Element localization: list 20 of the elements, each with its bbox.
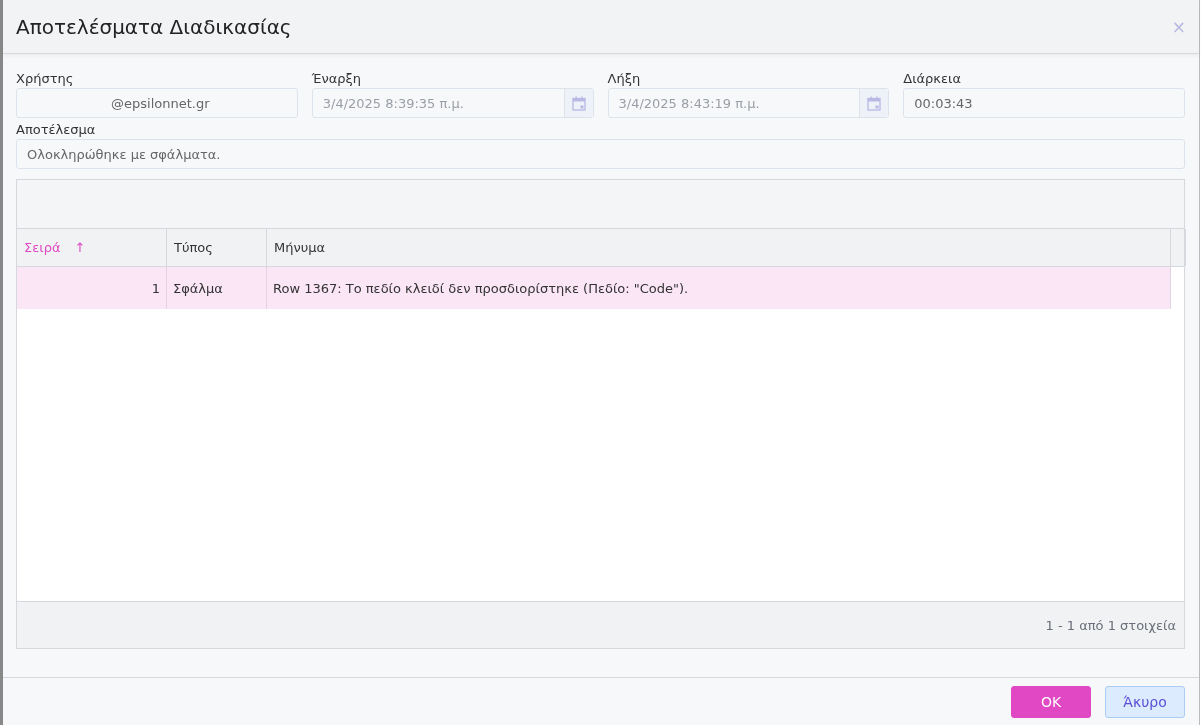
table-cell: 1 [17, 267, 167, 309]
calendar-icon [867, 95, 882, 111]
input-field[interactable]: 00:03:43 [903, 88, 1185, 118]
calendar-icon [571, 95, 586, 111]
column-header[interactable]: Σειρά ↑ [17, 229, 167, 266]
field-label: Χρήστης [16, 71, 75, 87]
field-label: Λήξη [607, 71, 642, 87]
column-header[interactable]: Τύπος [167, 229, 267, 266]
table-cell: Row 1367: Το πεδίο κλειδί δεν προσδιορίστηκε (Πεδίο: "Code"). [267, 267, 1171, 309]
window-title: Αποτελέσματα Διαδικασίας [16, 14, 292, 39]
field-label: Διάρκεια [903, 71, 963, 87]
input-field[interactable]: Ολοκληρώθηκε με σφάλματα. [16, 139, 1185, 169]
column-header[interactable]: Μήνυμα [267, 229, 1171, 266]
field-label: Έναρξη [311, 71, 363, 87]
input-field[interactable]: @epsilonnet.gr [16, 88, 298, 118]
field-label: Αποτέλεσμα [16, 122, 97, 138]
pager-info: 1 - 1 από 1 στοιχεία [17, 601, 1184, 648]
table-cell: Σφάλμα [167, 267, 267, 309]
cancel-button[interactable]: Άκυρο [1105, 685, 1185, 718]
ok-button[interactable]: OK [1011, 685, 1091, 718]
